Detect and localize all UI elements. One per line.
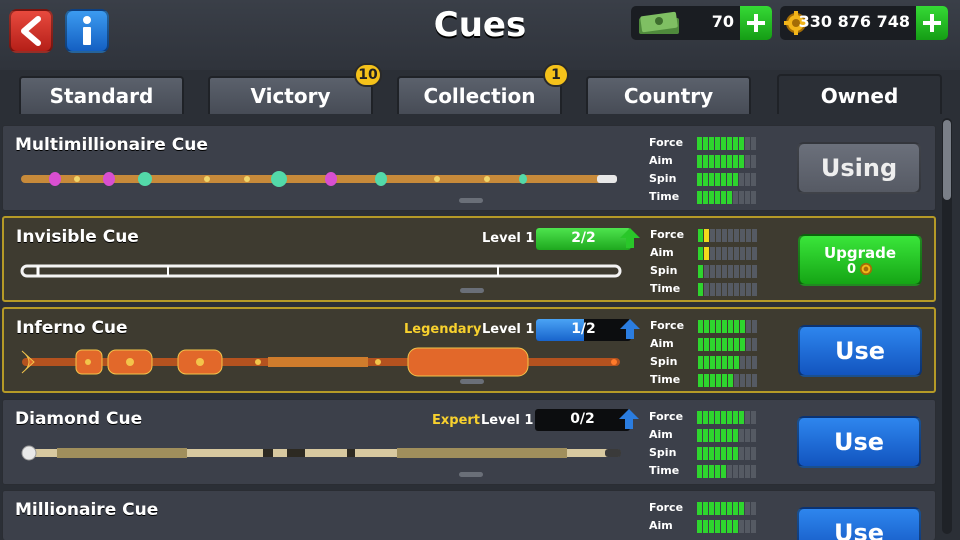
list-scrollbar[interactable] — [942, 118, 952, 534]
stat-bar — [697, 429, 756, 442]
upgrade-arrow-icon — [620, 228, 640, 248]
upgrade-progress: 2/2 — [536, 228, 631, 250]
diamond-cue-image — [21, 445, 621, 461]
stat-label: Aim — [650, 246, 674, 259]
cue-row-diamond[interactable]: Diamond Cue Expert Level 1 0/2 Force Aim S… — [2, 399, 936, 485]
tab-collection[interactable]: Collection — [397, 76, 562, 114]
tab-country[interactable]: Country — [586, 76, 751, 114]
stat-bar — [698, 356, 757, 369]
back-button[interactable] — [9, 9, 53, 53]
back-arrow-icon — [21, 16, 41, 46]
stat-label: Spin — [649, 446, 677, 459]
cash-amount: 70 — [711, 12, 734, 31]
cue-row-multimillionaire[interactable]: Multimillionaire Cue Force Aim Spin Time Us… — [2, 125, 936, 211]
stat-bar — [698, 338, 757, 351]
cue-name: Diamond Cue — [15, 409, 143, 429]
info-icon — [83, 16, 91, 45]
stat-bar — [697, 137, 756, 150]
stat-bar — [698, 265, 757, 278]
stat-bar — [697, 502, 756, 515]
scroll-indicator — [459, 472, 483, 477]
use-button[interactable]: Use — [797, 416, 921, 468]
cue-level: Level 1 — [482, 322, 535, 337]
stat-bar — [698, 320, 757, 333]
stat-bar — [697, 465, 756, 478]
cue-level: Level 1 — [481, 413, 534, 428]
stat-label: Spin — [649, 172, 677, 185]
cue-name: Inferno Cue — [16, 318, 128, 338]
stat-label: Force — [650, 228, 685, 241]
stat-label: Force — [649, 136, 684, 149]
cue-name: Invisible Cue — [16, 227, 139, 247]
stat-bar — [697, 155, 756, 168]
upgrade-arrow-icon — [620, 319, 640, 339]
multimillionaire-cue-image — [21, 171, 617, 187]
inferno-cue-image — [21, 347, 620, 377]
scroll-indicator — [460, 288, 484, 293]
stat-bar — [697, 191, 756, 204]
stat-bar — [697, 411, 756, 424]
cue-tier: Expert — [432, 413, 481, 428]
stat-bar — [698, 283, 757, 296]
plus-icon — [923, 14, 941, 32]
cue-name: Millionaire Cue — [15, 500, 159, 520]
plus-icon — [747, 14, 765, 32]
stat-bar — [698, 374, 757, 387]
cue-level: Level 1 — [482, 231, 535, 246]
add-coins-button[interactable] — [916, 6, 948, 40]
stat-label: Time — [649, 464, 680, 477]
invisible-cue-image — [20, 264, 622, 278]
stat-label: Aim — [650, 337, 674, 350]
victory-count-badge: 10 — [354, 63, 382, 87]
stat-label: Time — [650, 282, 681, 295]
stat-label: Spin — [650, 355, 678, 368]
stat-bar — [697, 447, 756, 460]
stat-label: Force — [649, 410, 684, 423]
tab-owned[interactable]: Owned — [777, 74, 942, 116]
stat-label: Force — [649, 501, 684, 514]
upgrade-cost: 0 — [846, 261, 857, 277]
upgrade-button[interactable]: Upgrade 0 — [798, 234, 922, 286]
upgrade-progress: 0/2 — [535, 409, 630, 431]
collection-count-badge: 1 — [543, 63, 569, 87]
tab-standard[interactable]: Standard — [19, 76, 184, 114]
stat-bar — [698, 229, 757, 242]
cue-row-invisible[interactable]: Invisible Cue Level 1 2/2 Force Aim Spin Ti… — [2, 216, 936, 302]
stat-label: Time — [650, 373, 681, 386]
stat-bar — [697, 520, 756, 533]
cash-icon — [639, 11, 679, 34]
tab-victory[interactable]: Victory — [208, 76, 373, 114]
cue-row-inferno[interactable]: Inferno Cue Legendary Level 1 1/2 Force A… — [2, 307, 936, 393]
stat-label: Spin — [650, 264, 678, 277]
cue-tier: Legendary — [404, 322, 482, 337]
upgrade-arrow-icon — [619, 409, 639, 429]
scroll-indicator — [459, 198, 483, 203]
page-title: Cues — [433, 5, 527, 45]
stat-label: Aim — [649, 154, 673, 167]
cue-name: Multimillionaire Cue — [15, 135, 208, 155]
stat-bar — [697, 173, 756, 186]
stat-bar — [698, 247, 757, 260]
info-button[interactable] — [65, 9, 109, 53]
cash-wallet: 70 — [631, 6, 772, 40]
use-button[interactable]: Use — [798, 325, 922, 377]
scroll-thumb[interactable] — [943, 120, 951, 200]
use-button[interactable]: Use — [797, 507, 921, 540]
scroll-indicator — [460, 379, 484, 384]
coin-icon — [859, 262, 873, 276]
cue-row-millionaire[interactable]: Millionaire Cue Force Aim Use — [2, 490, 936, 540]
using-button[interactable]: Using — [797, 142, 921, 194]
stat-label: Aim — [649, 519, 673, 532]
upgrade-progress: 1/2 — [536, 319, 631, 341]
add-cash-button[interactable] — [740, 6, 772, 40]
stat-label: Time — [649, 190, 680, 203]
stat-label: Force — [650, 319, 685, 332]
stat-label: Aim — [649, 428, 673, 441]
coin-wallet: 330 876 748 — [780, 6, 948, 40]
coin-amount: 330 876 748 — [798, 12, 910, 31]
